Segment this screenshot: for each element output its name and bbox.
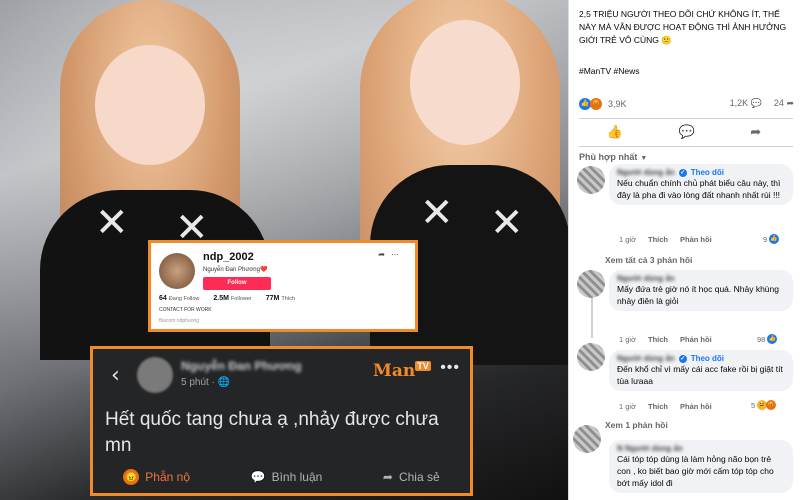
comment-reply-button[interactable]: Phản hồi [680,402,712,411]
follow-button[interactable]: Follow [203,277,271,290]
avatar [159,253,195,289]
angry-icon: 😠 [123,469,140,485]
stat-following: 64 Đang Follow [159,295,200,302]
profile-username: ndp_2002 [203,251,254,263]
comment-text: Đến khổ chỉ vì mấy cái acc fake rồi bị g… [617,364,783,386]
comment-reply-button[interactable]: Phản hồi [680,235,712,244]
comment-author[interactable]: Người dùng ẩn [617,274,785,283]
verified-icon: ✓ [678,354,687,363]
comment-bubble: Người dùng ẩn Mấy đứa trẻ giờ nó ít học … [609,270,793,311]
embedded-share-action: ➦ Chia sẻ [382,470,440,484]
top-pattern-mark: ✕ [95,200,129,246]
comment-reaction-count[interactable]: 98 👍 [757,334,778,344]
more-icon: ••• [440,359,460,376]
embedded-post-text: Hết quốc tang chưa ạ ,nhảy được chưa mn [105,409,439,456]
comment-time[interactable]: 1 giờ [619,402,636,411]
share-count-group[interactable]: 24 ➦ [774,98,794,109]
share-icon: ➦ [786,98,794,108]
top-pattern-mark: ✕ [420,190,454,236]
post-details-panel[interactable]: 2,5 TRIỆU NGƯỜI THEO DÕI CHỨ KHÔNG ÍT, T… [568,0,800,500]
comment-button-icon[interactable]: 💬 [679,125,695,140]
more-icon: ⋯ [391,250,405,259]
avatar[interactable] [577,270,605,298]
person-right-face [410,20,520,145]
comment-time[interactable]: 1 giờ [619,335,636,344]
comment-bubble: Người dùng ẩn ✓ Theo dõi Đến khổ chỉ vì mấ… [609,350,793,391]
screen: ✕ ✕ ✕ ✕ ndp_2002 Nguyễn Đan Phương❤️ Fol… [0,0,800,500]
embedded-action-bar: 😠 Phẫn nộ 💬 Bình luận ➦ Chia sẻ [93,469,470,485]
profile-display-name: Nguyễn Đan Phương❤️ [203,267,268,273]
like-icon: 👍 [767,334,778,344]
comment-author[interactable]: Người dùng ẩn ✓ Theo dõi [617,168,785,177]
embedded-post-time: 5 phút · 🌐 [181,377,231,388]
follow-link[interactable]: Theo dõi [691,354,724,363]
embedded-post-screenshot: ‹ Nguyễn Đan Phương 5 phút · 🌐 Man TV •••… [90,346,473,496]
comment-text: Cái tóp tóp dùng là làm hỏng não bọn trẻ… [617,454,774,488]
view-replies-link[interactable]: Xem 1 phản hồi [605,420,668,430]
stat-likes: 77M Thích [265,295,296,302]
angry-reaction-icon: 😡 [590,98,602,110]
view-replies-link[interactable]: Xem tất cả 3 phản hồi [605,255,692,265]
person-left-face [95,45,205,165]
follow-link[interactable]: Theo dõi [691,168,724,177]
share-button-icon[interactable]: ➦ [750,125,761,140]
thread-line [591,298,593,338]
share-icon: ➦ [378,250,391,259]
engagement-counts: 1,2K 💬 24 ➦ [730,98,794,109]
comment-meta: 1 giờ Thích Phản hồi [619,235,712,244]
profile-stats: 64 Đang Follow 2.5M Follower 77M Thích [159,295,295,302]
comment-like-button[interactable]: Thích [648,402,668,411]
reaction-summary[interactable]: 👍 😡 3,9K [579,98,627,110]
avatar [137,357,173,393]
avatar[interactable] [573,425,601,453]
embedded-react-action: 😠 Phẫn nộ [123,469,190,485]
comment-sort-dropdown[interactable]: Phù hợp nhất ▼ [579,152,647,162]
comment-count-group[interactable]: 1,2K 💬 [730,98,762,109]
comment-text: Mấy đứa trẻ giờ nó ít học quá. Nhảy khùn… [617,284,779,306]
comment-icon: 💬 [750,98,762,108]
stat-followers: 2.5M Follower [213,295,252,302]
comment-reaction-count[interactable]: 5 😆 😡 [751,400,777,410]
comment-bubble: Người dùng ẩn ✓ Theo dõi Nếu chuẩn chính c… [609,164,793,205]
like-icon: 👍 [769,234,780,244]
post-caption: 2,5 TRIỆU NGƯỜI THEO DÕI CHỨ KHÔNG ÍT, T… [579,9,787,45]
post-action-bar: 👍 💬 ➦ [579,125,789,140]
comment-author[interactable]: N Người dùng ẩn [617,444,785,453]
embedded-comment-action: 💬 Bình luận [250,470,323,484]
comment-reaction-count[interactable]: 9 👍 [763,234,780,244]
post-hashtags[interactable]: #ManTV #News [579,66,639,76]
chevron-down-icon: ▼ [640,155,648,162]
comment-author[interactable]: Người dùng ẩn ✓ Theo dõi [617,354,785,363]
verified-icon: ✓ [678,168,687,177]
comment-icon: 💬 [250,470,266,484]
comment-text: Nếu chuẩn chính chủ phát biểu câu này, t… [617,178,781,200]
profile-link[interactable]: fbacom.ndphuong [159,318,199,324]
comment-like-button[interactable]: Thích [648,235,668,244]
back-icon: ‹ [111,363,120,388]
comment-like-button[interactable]: Thích [648,335,668,344]
post-image[interactable]: ✕ ✕ ✕ ✕ ndp_2002 Nguyễn Đan Phương❤️ Fol… [0,0,568,500]
profile-header-icons: ➦⋯ [378,250,405,259]
divider [579,118,793,119]
comment-time[interactable]: 1 giờ [619,235,636,244]
profile-contact: CONTACT FOR WORK [159,307,212,313]
embedded-author-name: Nguyễn Đan Phương [181,359,302,373]
comment-meta: 1 giờ Thích Phản hồi [619,335,712,344]
comment-meta: 1 giờ Thích Phản hồi [619,402,712,411]
top-pattern-mark: ✕ [490,200,524,246]
comment-reply-button[interactable]: Phản hồi [680,335,712,344]
angry-icon: 😡 [766,400,777,410]
tiktok-profile-card: ndp_2002 Nguyễn Đan Phương❤️ Follow ➦⋯ 6… [148,240,418,332]
divider [579,146,793,147]
like-button-icon[interactable]: 👍 [607,125,623,140]
mantv-logo: Man TV [373,361,431,381]
comment-bubble: N Người dùng ẩn Cái tóp tóp dùng là làm … [609,440,793,493]
share-icon: ➦ [382,470,393,484]
reaction-count: 3,9K [608,99,627,109]
avatar[interactable] [577,166,605,194]
avatar[interactable] [577,343,605,371]
